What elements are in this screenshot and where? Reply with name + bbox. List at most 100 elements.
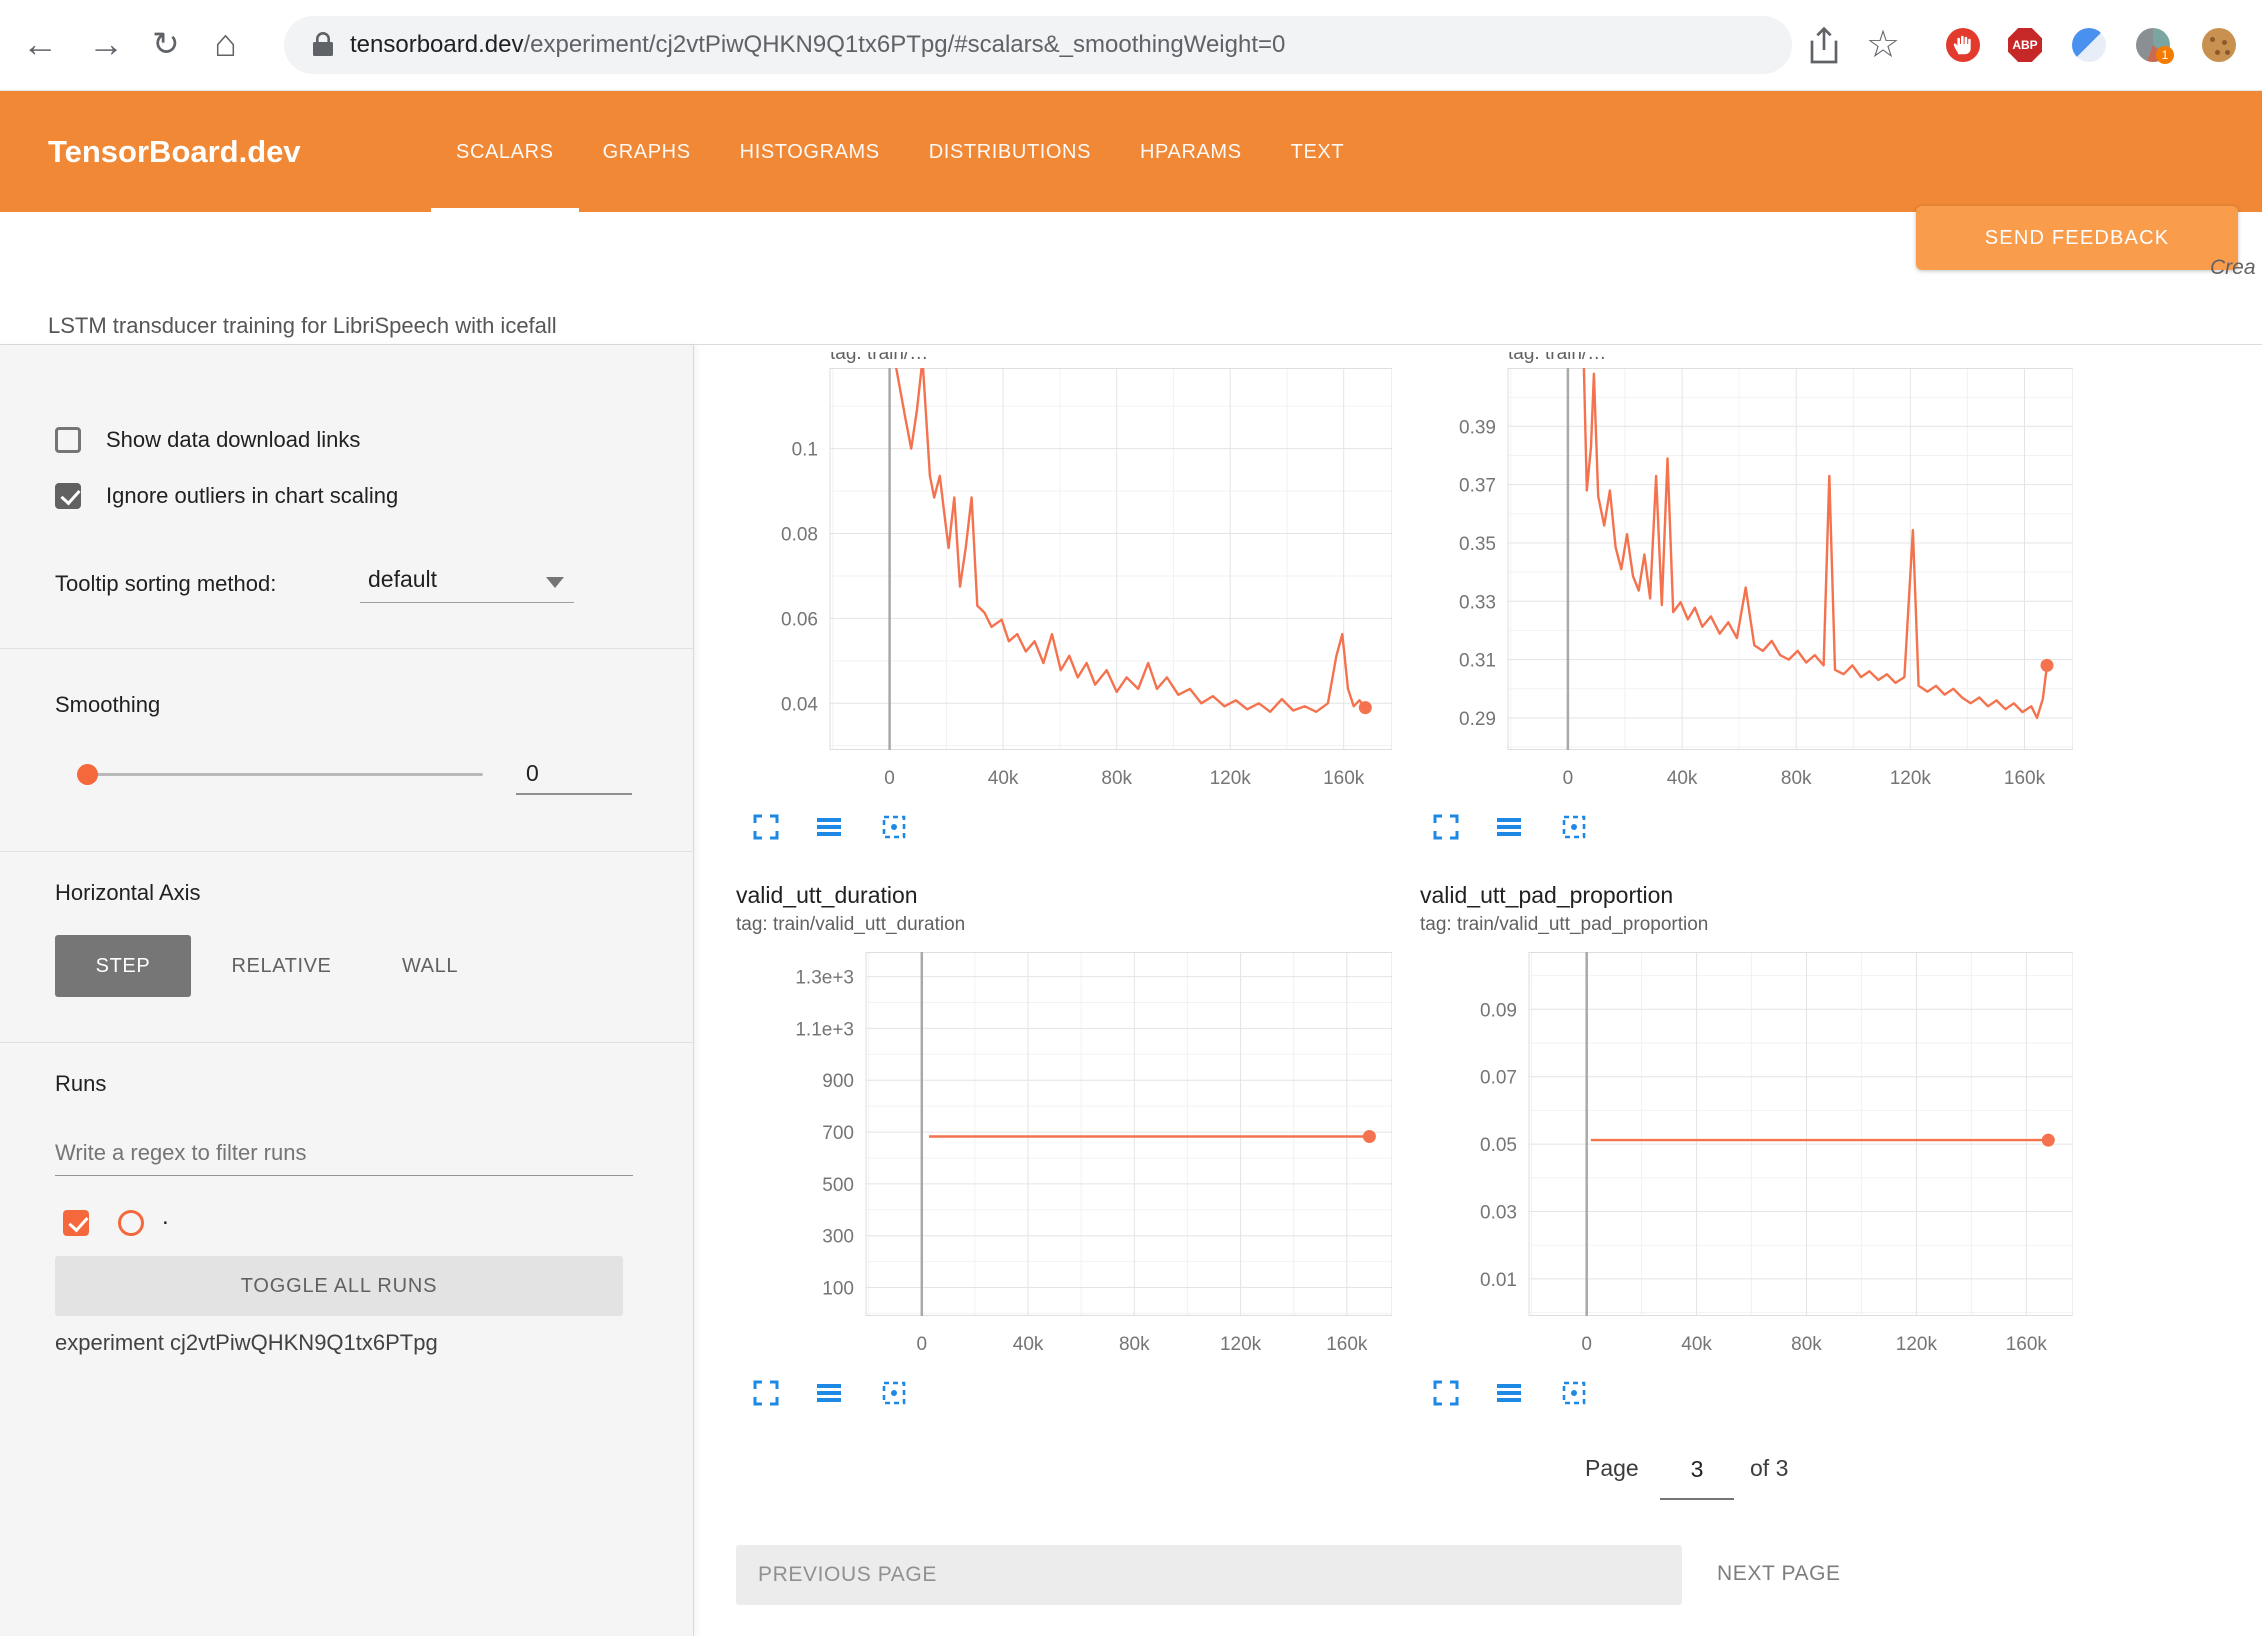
previous-page-button[interactable]: PREVIOUS PAGE [736, 1545, 1682, 1605]
share-icon[interactable] [1806, 26, 1842, 71]
svg-text:120k: 120k [1220, 1334, 1262, 1355]
svg-text:160k: 160k [2006, 1334, 2048, 1355]
tab-text[interactable]: TEXT [1266, 91, 1370, 212]
blue-extension-icon[interactable] [2072, 28, 2106, 62]
axis-step-button[interactable]: STEP [55, 935, 191, 997]
svg-text:0.35: 0.35 [1459, 534, 1496, 555]
svg-text:0.39: 0.39 [1459, 417, 1496, 438]
scalar-chart-4[interactable]: 0.010.030.050.070.09040k80k120k160k [1451, 952, 2073, 1362]
svg-text:0: 0 [884, 768, 895, 789]
tab-scalars[interactable]: SCALARS [431, 91, 579, 212]
chart4-title: valid_utt_pad_proportion [1420, 882, 1673, 909]
chart1-fit-domain-icon[interactable] [879, 812, 909, 842]
svg-text:0.31: 0.31 [1459, 651, 1496, 672]
svg-text:0.04: 0.04 [781, 694, 818, 715]
svg-text:0.06: 0.06 [781, 609, 818, 630]
nav-tabs: SCALARS GRAPHS HISTOGRAMS DISTRIBUTIONS … [431, 91, 1368, 212]
chart3-fullscreen-icon[interactable] [751, 1378, 781, 1408]
svg-text:0.09: 0.09 [1480, 1000, 1517, 1021]
chart4-fullscreen-icon[interactable] [1431, 1378, 1461, 1408]
chart4-fit-domain-icon[interactable] [1559, 1378, 1589, 1408]
smoothing-value-field[interactable]: 0 [516, 753, 632, 795]
scalar-chart-3[interactable]: 1003005007009001.1e+31.3e+3040k80k120k16… [788, 952, 1392, 1362]
chart2-data-table-icon[interactable] [1494, 812, 1524, 842]
toggle-all-runs-button[interactable]: TOGGLE ALL RUNS [55, 1256, 623, 1316]
svg-text:0: 0 [1581, 1334, 1592, 1355]
smoothing-slider-thumb[interactable] [77, 764, 98, 785]
ignore-outliers-checkbox[interactable] [55, 483, 81, 509]
svg-text:1.3e+3: 1.3e+3 [795, 968, 854, 989]
page-of-label: of 3 [1750, 1455, 1788, 1482]
runs-filter-input[interactable] [55, 1130, 633, 1176]
page-number-input[interactable] [1660, 1440, 1734, 1500]
svg-text:40k: 40k [1681, 1334, 1712, 1355]
svg-text:40k: 40k [1013, 1334, 1044, 1355]
chart3-data-table-icon[interactable] [814, 1378, 844, 1408]
chart2-tag-clipped: tag: train/… [1508, 352, 1828, 366]
svg-text:0.1: 0.1 [792, 440, 818, 461]
bookmark-star-icon[interactable]: ☆ [1866, 22, 1900, 67]
app-header: TensorBoard.dev SCALARS GRAPHS HISTOGRAM… [0, 91, 2262, 212]
brand-logo[interactable]: TensorBoard.dev [48, 91, 301, 212]
chevron-down-icon [546, 577, 564, 588]
smoothing-slider-track[interactable] [87, 773, 483, 776]
sidebar-divider [0, 648, 694, 649]
home-icon[interactable]: ⌂ [214, 20, 237, 68]
chart2-fit-domain-icon[interactable] [1559, 812, 1589, 842]
back-icon[interactable]: ← [22, 20, 58, 68]
scalar-chart-1[interactable]: 0.040.060.080.1040k80k120k160k [752, 368, 1392, 796]
next-page-button[interactable]: NEXT PAGE [1717, 1562, 1841, 1586]
run-name: . [162, 1203, 169, 1231]
cookie-extension-icon[interactable] [2202, 28, 2236, 62]
svg-text:40k: 40k [1667, 768, 1698, 789]
svg-text:80k: 80k [1781, 768, 1812, 789]
profile-avatar[interactable]: 1 [2136, 28, 2170, 62]
tab-distributions[interactable]: DISTRIBUTIONS [904, 91, 1116, 212]
tooltip-sorting-label: Tooltip sorting method: [55, 571, 276, 597]
svg-text:0.08: 0.08 [781, 525, 818, 546]
send-feedback-button[interactable]: SEND FEEDBACK [1916, 206, 2238, 270]
svg-text:80k: 80k [1791, 1334, 1822, 1355]
svg-text:0: 0 [917, 1334, 928, 1355]
chart1-data-table-icon[interactable] [814, 812, 844, 842]
svg-text:0: 0 [1563, 768, 1574, 789]
address-bar[interactable]: tensorboard.dev/experiment/cj2vtPiwQHKN9… [284, 16, 1792, 74]
svg-text:80k: 80k [1101, 768, 1132, 789]
svg-text:120k: 120k [1896, 1334, 1938, 1355]
chart3-fit-domain-icon[interactable] [879, 1378, 909, 1408]
show-download-links-label: Show data download links [106, 427, 360, 453]
experiment-id-text: experiment cj2vtPiwQHKN9Q1tx6PTpg [55, 1330, 438, 1356]
chart4-data-table-icon[interactable] [1494, 1378, 1524, 1408]
forward-icon[interactable]: → [88, 20, 124, 68]
svg-text:0.05: 0.05 [1480, 1135, 1517, 1156]
chart2-fullscreen-icon[interactable] [1431, 812, 1461, 842]
horizontal-axis-label: Horizontal Axis [55, 880, 201, 906]
svg-text:80k: 80k [1119, 1334, 1150, 1355]
axis-wall-button[interactable]: WALL [375, 935, 485, 997]
settings-sidebar: Show data download links Ignore outliers… [0, 345, 694, 1636]
svg-text:0.01: 0.01 [1480, 1270, 1517, 1291]
tooltip-sorting-dropdown[interactable]: default [360, 559, 574, 603]
scalar-chart-2[interactable]: 0.290.310.330.350.370.39040k80k120k160k [1430, 368, 2073, 796]
svg-text:160k: 160k [1323, 768, 1365, 789]
experiment-description: LSTM transducer training for LibriSpeech… [48, 313, 557, 339]
svg-text:0.37: 0.37 [1459, 476, 1496, 497]
axis-relative-button[interactable]: RELATIVE [213, 935, 350, 997]
chart4-tag: tag: train/valid_utt_pad_proportion [1420, 914, 1708, 936]
run-checkbox[interactable] [63, 1210, 89, 1236]
reload-icon[interactable]: ↻ [152, 20, 180, 68]
svg-text:1.1e+3: 1.1e+3 [795, 1019, 854, 1040]
tab-hparams[interactable]: HPARAMS [1115, 91, 1267, 212]
svg-text:0.29: 0.29 [1459, 709, 1496, 730]
chart1-fullscreen-icon[interactable] [751, 812, 781, 842]
abp-extension-icon[interactable]: ABP [2008, 28, 2042, 62]
tab-graphs[interactable]: GRAPHS [578, 91, 716, 212]
show-download-links-checkbox[interactable] [55, 427, 81, 453]
svg-text:0.03: 0.03 [1480, 1203, 1517, 1224]
sidebar-divider [0, 851, 694, 852]
svg-text:0.33: 0.33 [1459, 592, 1496, 613]
lock-icon [312, 32, 334, 58]
tab-histograms[interactable]: HISTOGRAMS [715, 91, 905, 212]
url-path: /experiment/cj2vtPiwQHKN9Q1tx6PTpg/#scal… [523, 31, 1285, 59]
adblock-extension-icon[interactable] [1946, 28, 1980, 62]
